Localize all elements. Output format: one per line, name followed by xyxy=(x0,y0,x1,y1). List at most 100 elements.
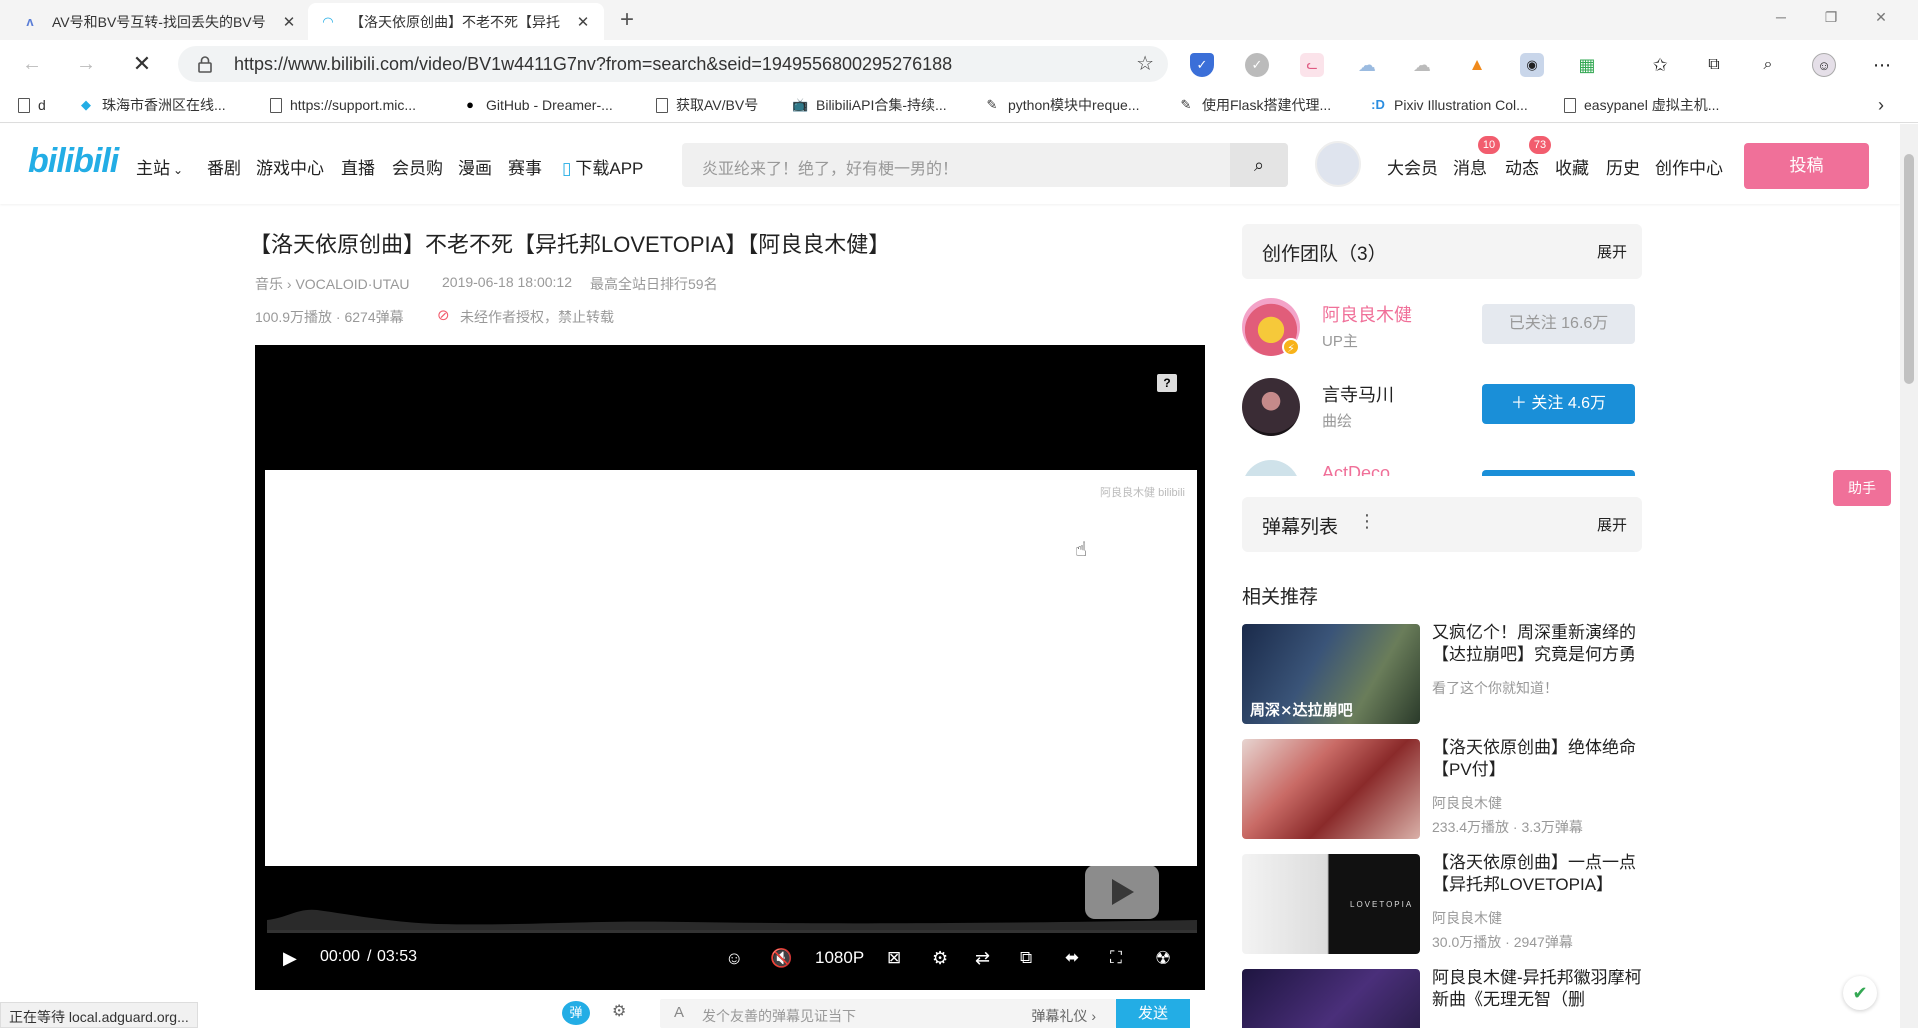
video-thumbnail[interactable] xyxy=(1242,969,1420,1028)
recommendation-item[interactable]: 阿良良木健-异托邦徽羽摩柯新曲《无理无智（删 xyxy=(1242,969,1642,1028)
search-button[interactable]: ⌕ xyxy=(1230,143,1288,187)
fullscreen-icon[interactable]: ☢ xyxy=(1155,948,1171,969)
page-scrollbar[interactable] xyxy=(1900,124,1918,1028)
avatar-extension-icon[interactable]: ◉ xyxy=(1520,53,1544,77)
cloud-extension-icon[interactable]: ☁ xyxy=(1355,53,1379,77)
bookmark-item[interactable]: https://support.mic... xyxy=(270,94,416,116)
nav-creator-center[interactable]: 创作中心 xyxy=(1655,154,1723,179)
favorite-star-icon[interactable]: ☆ xyxy=(1136,46,1154,82)
mute-icon[interactable]: 🔇 xyxy=(770,948,792,969)
back-icon[interactable]: ← xyxy=(18,50,46,78)
adguard-shield-icon[interactable]: ✔ xyxy=(1843,976,1877,1010)
pip-icon[interactable]: ⧉ xyxy=(1020,948,1032,968)
qr-extension-icon[interactable]: ▦ xyxy=(1575,53,1599,77)
expand-danmaku-button[interactable]: 展开 xyxy=(1597,514,1627,535)
bookmark-item[interactable]: 获取AV/BV号 xyxy=(656,94,758,116)
member-name[interactable]: 言寺马川 xyxy=(1322,381,1394,407)
bilibili-logo[interactable]: bilibili xyxy=(28,142,119,181)
stop-loading-icon[interactable]: ✕ xyxy=(128,50,156,78)
danmaku-off-icon[interactable]: ⊠ xyxy=(887,948,901,968)
widescreen-icon[interactable]: ⬌ xyxy=(1065,948,1079,968)
search-input[interactable]: 炎亚纶来了！绝了，好有梗一男的！ xyxy=(702,155,958,179)
forward-icon[interactable]: → xyxy=(72,50,100,78)
nav-dynamic[interactable]: 动态 xyxy=(1505,154,1539,179)
recommendation-item[interactable]: LOVETOPIA 【洛天依原创曲】一点一点【异托邦LOVETOPIA】 阿良良… xyxy=(1242,852,1642,954)
nav-live[interactable]: 直播 xyxy=(341,154,375,179)
loop-off-icon[interactable]: ⇄ xyxy=(975,948,990,969)
video-thumbnail[interactable] xyxy=(1242,739,1420,839)
settings-gear-icon[interactable]: ⚙ xyxy=(932,948,948,969)
web-fullscreen-icon[interactable]: ⛶ xyxy=(1110,948,1122,968)
follow-button[interactable]: ＋ 关注 4.6万 xyxy=(1482,384,1635,424)
minimize-icon[interactable]: ─ xyxy=(1758,4,1804,30)
bookmark-item[interactable]: ● GitHub - Dreamer-... xyxy=(462,94,613,116)
send-danmaku-button[interactable]: 发送 xyxy=(1116,999,1190,1028)
user-avatar[interactable] xyxy=(1315,141,1361,187)
danmaku-list-header[interactable]: 弹幕列表 ⋮ 展开 xyxy=(1242,497,1642,552)
feedback-icon[interactable]: ⌕ xyxy=(1756,53,1780,77)
danmaku-etiquette-link[interactable]: 弹幕礼仪 › xyxy=(1031,1006,1096,1026)
more-bookmarks-chevron-icon[interactable]: › xyxy=(1878,94,1884,116)
profile-avatar-icon[interactable]: ☺ xyxy=(1812,53,1836,77)
close-tab-icon[interactable]: ✕ xyxy=(574,13,592,31)
danmaku-settings-icon[interactable]: ⚙ xyxy=(612,1001,626,1021)
favorites-icon[interactable]: ✩ xyxy=(1648,53,1672,77)
recommendation-title[interactable]: 【洛天依原创曲】一点一点【异托邦LOVETOPIA】 xyxy=(1432,852,1642,896)
followed-button[interactable]: 已关注 16.6万 xyxy=(1482,304,1635,344)
search-box[interactable]: 炎亚纶来了！绝了，好有梗一男的！ ⌕ xyxy=(682,143,1288,187)
nav-messages[interactable]: 消息 xyxy=(1453,154,1487,179)
recommendation-title[interactable]: 又疯亿个！周深重新演绎的【达拉崩吧】究竟是何方勇 xyxy=(1432,622,1642,666)
close-window-icon[interactable]: ✕ xyxy=(1858,4,1904,30)
nav-history[interactable]: 历史 xyxy=(1606,154,1640,179)
nav-vip[interactable]: 大会员 xyxy=(1387,154,1438,179)
danmaku-toggle-icon[interactable]: ☺ xyxy=(725,948,743,969)
nav-manga[interactable]: 漫画 xyxy=(458,154,492,179)
restore-icon[interactable]: ❐ xyxy=(1808,4,1854,30)
nav-esports[interactable]: 赛事 xyxy=(508,154,542,179)
address-bar[interactable]: https://www.bilibili.com/video/BV1w4411G… xyxy=(178,46,1168,82)
bookmark-item[interactable]: d xyxy=(18,94,46,116)
new-tab-button[interactable]: + xyxy=(612,5,642,35)
video-thumbnail[interactable]: 周深×达拉崩吧 xyxy=(1242,624,1420,724)
video-rank[interactable]: 最高全站日排行59名 xyxy=(590,274,718,294)
video-thumbnail[interactable]: LOVETOPIA xyxy=(1242,854,1420,954)
video-frame[interactable]: 阿良良木健 bilibili ☝ xyxy=(265,470,1197,866)
upload-button[interactable]: 投稿 xyxy=(1744,143,1869,189)
tab-bilibili-video[interactable]: ◠ 【洛天依原创曲】不老不死【异托 ✕ xyxy=(308,3,604,40)
recommendation-item[interactable]: 【洛天依原创曲】绝体绝命【PV付】 阿良良木健 233.4万播放 · 3.3万弹… xyxy=(1242,737,1642,839)
progress-track[interactable] xyxy=(267,930,1197,933)
avatar[interactable] xyxy=(1242,460,1300,476)
bookmark-item[interactable]: :D Pixiv Illustration Col... xyxy=(1370,94,1528,116)
recommendation-author[interactable]: 阿良良木健 xyxy=(1432,793,1502,813)
recommendation-item[interactable]: 周深×达拉崩吧 又疯亿个！周深重新演绎的【达拉崩吧】究竟是何方勇 看了这个你就知… xyxy=(1242,622,1642,724)
quality-button[interactable]: 1080P xyxy=(815,948,864,968)
nav-main[interactable]: 主站 ⌄ xyxy=(136,154,183,179)
video-player[interactable]: ? 阿良良木健 bilibili ☝ ▶ 00:00 / 03:53 ☺ 🔇 1… xyxy=(255,345,1205,990)
recommendation-author[interactable]: 阿良良木健 xyxy=(1432,908,1502,928)
member-name[interactable]: ActDeco xyxy=(1322,463,1390,476)
font-style-icon[interactable]: A xyxy=(674,1004,684,1021)
collections-icon[interactable]: ⧉ xyxy=(1702,53,1726,77)
tab-av-bv[interactable]: ʌ AV号和BV号互转-找回丢失的BV号 ✕ xyxy=(10,3,310,40)
danmaku-switch-icon[interactable]: 弹 xyxy=(562,1001,590,1025)
bookmark-item[interactable]: ◆ 珠海市香洲区在线... xyxy=(78,94,226,116)
video-category[interactable]: 音乐 › VOCALOID·UTAU xyxy=(255,274,410,294)
expand-team-button[interactable]: 展开 xyxy=(1597,241,1627,262)
nav-games[interactable]: 游戏中心 xyxy=(256,154,324,179)
creator-team-header[interactable]: 创作团队（3） 展开 xyxy=(1242,224,1642,279)
helper-button[interactable]: 助手 xyxy=(1833,470,1891,506)
bookmark-item[interactable]: ✎ python模块中reque... xyxy=(984,94,1140,116)
bookmark-item[interactable]: easypanel 虚拟主机... xyxy=(1564,94,1719,116)
bookmark-item[interactable]: 📺 BilibiliAPI合集-持续... xyxy=(792,94,947,116)
vlc-extension-icon[interactable]: ▲ xyxy=(1465,53,1489,77)
shield-extension-icon[interactable]: ✓ xyxy=(1190,53,1214,77)
more-options-icon[interactable]: ⋮ xyxy=(1358,511,1376,532)
check-extension-icon[interactable]: ✓ xyxy=(1245,53,1269,77)
member-name[interactable]: 阿良良木健 xyxy=(1322,301,1412,327)
feedback-icon[interactable]: ? xyxy=(1157,374,1177,392)
recommendation-title[interactable]: 阿良良木健-异托邦徽羽摩柯新曲《无理无智（删 xyxy=(1432,969,1642,1011)
scrollbar-thumb[interactable] xyxy=(1904,154,1914,384)
nav-anime[interactable]: 番剧 xyxy=(207,154,241,179)
play-button[interactable]: ▶ xyxy=(283,948,297,969)
recommendation-title[interactable]: 【洛天依原创曲】绝体绝命【PV付】 xyxy=(1432,737,1642,781)
